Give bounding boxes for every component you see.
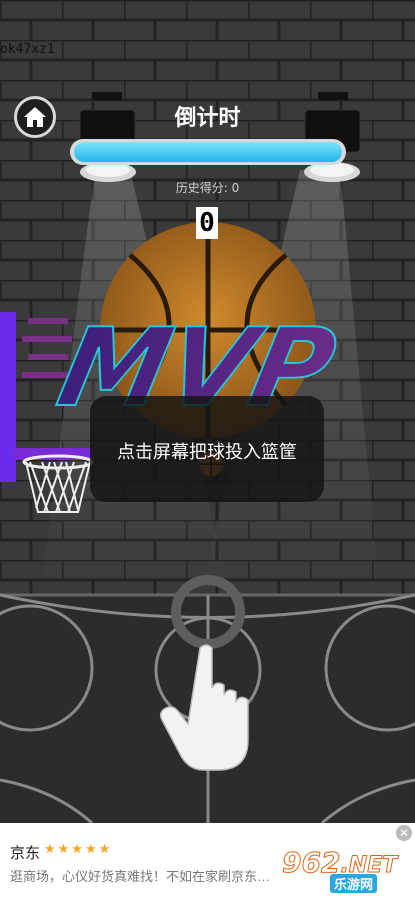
tip-text: 点击屏幕把球投入篮筐 <box>117 442 297 463</box>
game-screen[interactable]: MVP ok47xz1 倒计时 历史得分: 0 0 点击屏幕把球投入篮筐 京东 … <box>0 0 415 900</box>
user-id-label: ok47xz1 <box>0 42 55 57</box>
timer-progress-fill <box>74 142 342 162</box>
ad-close-button[interactable]: ✕ <box>396 825 412 841</box>
ad-description[interactable]: 逛商场，心仪好货真难找！不如在家刷京东… <box>10 866 280 885</box>
ad-rating-stars: ★★★★★ <box>44 842 113 857</box>
countdown-title: 倒计时 <box>174 106 241 131</box>
history-score: 历史得分: 0 <box>175 181 240 195</box>
current-score: 0 <box>196 207 218 239</box>
ad-brand[interactable]: 京东 <box>10 842 40 863</box>
watermark-site: 乐游网 <box>330 874 378 893</box>
